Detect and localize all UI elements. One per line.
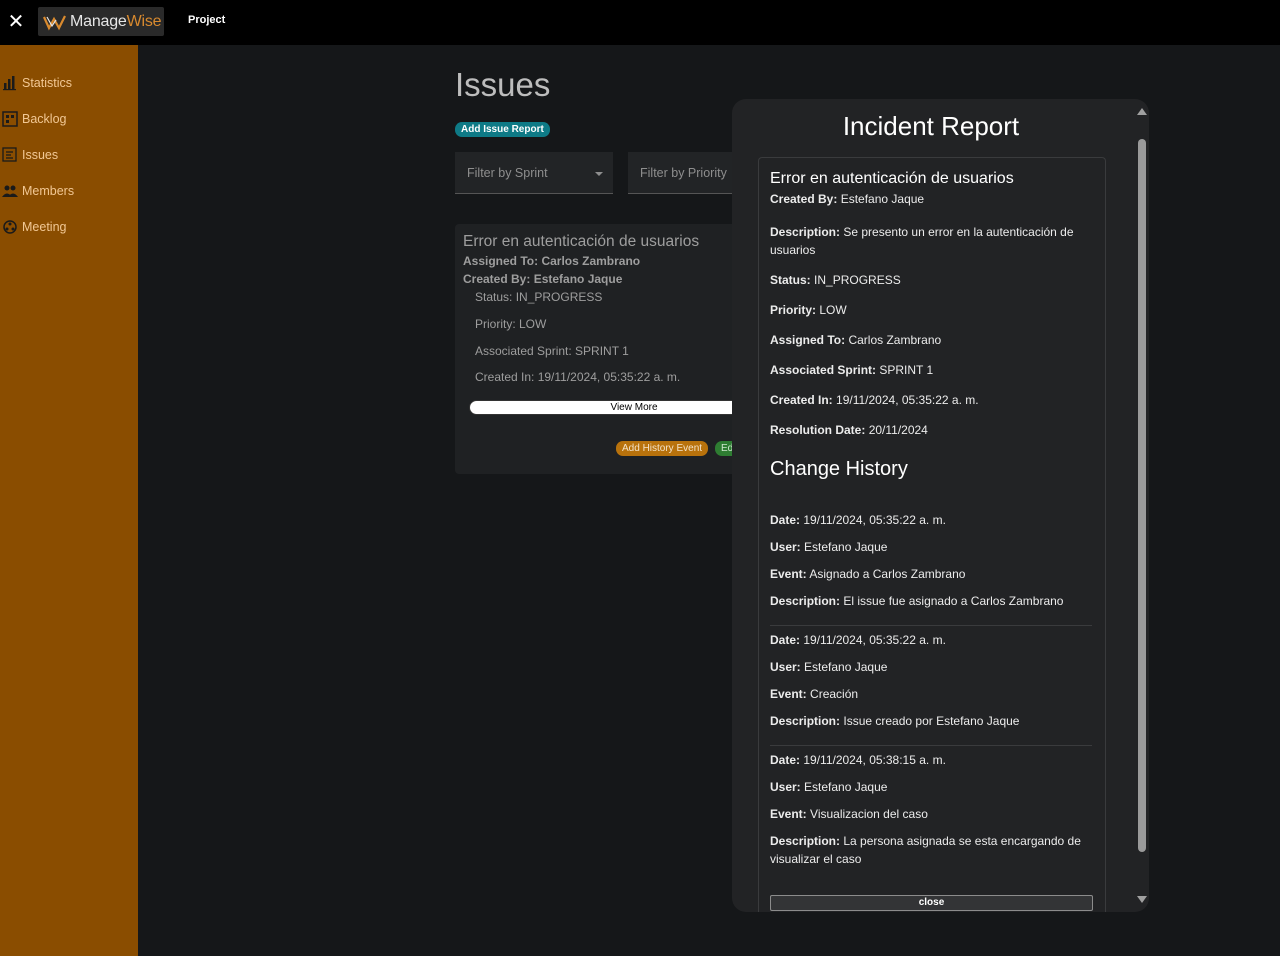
history-date: Date: 19/11/2024, 05:38:15 a. m. [770,753,946,767]
filter-sprint-select[interactable]: Filter by Sprint [455,152,613,194]
issue-card: Error en autenticación de usuarios Assig… [455,224,799,474]
sidebar-item-label: Backlog [22,112,67,126]
managewise-logo-icon [42,15,66,30]
report-created-by: Created By: Estefano Jaque [770,192,925,206]
sidebar: Statistics Backlog Issues Members Meetin… [0,45,138,956]
history-divider [770,625,1092,626]
scroll-down-arrow-icon[interactable] [1137,896,1147,903]
top-bar: ✕ ManageWise Project [0,0,1280,45]
issue-card-title: Error en autenticación de usuarios [463,233,700,250]
issue-card-priority: Priority: LOW [475,317,547,331]
history-event: Event: Creación [770,687,859,701]
filter-sprint-label: Filter by Sprint [467,166,548,180]
history-description: Description: La persona asignada se esta… [770,834,1081,866]
members-icon [0,181,20,201]
report-issue-title: Error en autenticación de usuarios [770,170,1014,187]
modal-title: Incident Report [842,111,1020,141]
brand-logo[interactable]: ManageWise [38,7,164,36]
history-date: Date: 19/11/2024, 05:35:22 a. m. [770,633,946,647]
sidebar-item-label: Meeting [22,220,67,234]
chevron-down-icon [595,172,603,176]
add-history-event-button[interactable]: Add History Event [616,441,709,456]
sidebar-item-members[interactable]: Members [0,180,74,202]
report-priority: Priority: LOW [770,303,847,317]
filter-priority-select[interactable]: Filter by Priority [628,152,738,194]
history-description: Description: El issue fue asignado a Car… [770,594,1064,608]
report-container [758,157,1106,912]
history-user: User: Estefano Jaque [770,780,888,794]
sidebar-item-label: Statistics [22,76,73,90]
history-event: Event: Asignado a Carlos Zambrano [770,567,966,581]
modal-scrollbar[interactable] [1134,99,1149,912]
report-resolution-date: Resolution Date: 20/11/2024 [770,423,928,437]
issue-card-status: Status: IN_PROGRESS [475,290,603,304]
report-status: Status: IN_PROGRESS [770,273,901,287]
issue-card-sprint: Associated Sprint: SPRINT 1 [475,344,629,358]
scrollbar-thumb[interactable] [1138,139,1146,852]
report-description: Description: Se presento un error en la … [770,225,1074,257]
history-event: Event: Visualizacion del caso [770,807,928,821]
change-history-title: Change History [770,458,908,480]
filter-priority-label: Filter by Priority [640,166,727,180]
sidebar-item-meeting[interactable]: Meeting [0,216,66,238]
issues-icon [0,145,20,165]
report-sprint: Associated Sprint: SPRINT 1 [770,363,934,377]
sidebar-item-statistics[interactable]: Statistics [0,72,72,94]
sidebar-item-label: Issues [22,148,59,162]
history-description: Description: Issue creado por Estefano J… [770,714,1020,728]
sidebar-item-backlog[interactable]: Backlog [0,108,66,130]
incident-report-modal: Incident Report Error en autenticación d… [732,99,1149,912]
page-title: Issues [455,66,551,103]
close-icon[interactable]: ✕ [6,11,26,31]
nav-project-link[interactable]: Project [188,14,225,26]
history-user: User: Estefano Jaque [770,660,888,674]
close-button[interactable]: close [770,895,1093,911]
meeting-icon [0,217,20,237]
history-user: User: Estefano Jaque [770,540,888,554]
history-date: Date: 19/11/2024, 05:35:22 a. m. [770,513,946,527]
bar-chart-icon [0,73,20,93]
report-assigned: Assigned To: Carlos Zambrano [770,333,942,347]
scroll-up-arrow-icon[interactable] [1137,108,1147,115]
issue-card-created-in: Created In: 19/11/2024, 05:35:22 a. m. [475,370,681,384]
issue-card-created-by: Created By: Estefano Jaque [463,272,623,286]
history-divider [770,745,1092,746]
sidebar-item-issues[interactable]: Issues [0,144,58,166]
brand-name: ManageWise [70,12,162,30]
backlog-icon [0,109,20,129]
sidebar-item-label: Members [22,184,75,198]
report-created-in: Created In: 19/11/2024, 05:35:22 a. m. [770,393,979,407]
issue-card-assigned: Assigned To: Carlos Zambrano [463,254,641,268]
add-issue-report-button[interactable]: Add Issue Report [455,122,550,137]
